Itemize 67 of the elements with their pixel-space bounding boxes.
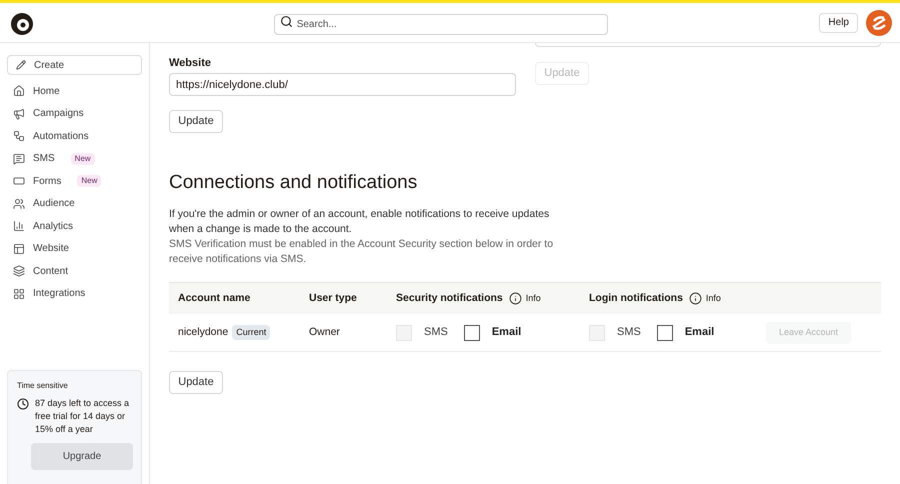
card-heading: Time sensitive <box>17 380 69 392</box>
section-description: If you're the admin or owner of an account, enable notifications to receive updates when a change is made to the account. <box>169 207 550 237</box>
upgrade-button[interactable]: Upgrade <box>31 443 133 470</box>
home-icon <box>13 85 25 98</box>
nav-item[interactable]: Analytics <box>7 215 142 238</box>
nav-label: Content <box>33 264 68 279</box>
nav-item[interactable]: Home <box>7 80 142 102</box>
flow-icon <box>13 130 25 142</box>
column-header: Login notifications <box>589 290 683 306</box>
nav-label: Audience <box>33 197 75 212</box>
section-title: Connections and notifications <box>169 171 418 195</box>
create-button[interactable]: Create <box>7 55 142 75</box>
browser-icon <box>13 242 25 255</box>
column-header: User type <box>309 290 357 306</box>
info-icon[interactable] <box>688 292 702 305</box>
user-type: Owner <box>309 324 341 340</box>
nav-label: Website <box>33 242 69 256</box>
checkbox-label: Email <box>492 325 522 340</box>
nav-item[interactable]: Content <box>7 260 142 282</box>
nav-label: Integrations <box>33 287 86 302</box>
clock-icon <box>17 398 29 410</box>
search-field[interactable]: Search... <box>274 14 608 34</box>
nav-item[interactable]: Forms New <box>7 170 142 192</box>
checkbox-label: SMS <box>424 325 448 340</box>
checkbox[interactable] <box>656 324 673 340</box>
nav-item[interactable]: Audience <box>7 192 142 215</box>
megaphone-icon <box>13 108 25 120</box>
info-link[interactable]: Info <box>706 292 721 306</box>
update-button[interactable]: Update <box>169 371 223 394</box>
trial-message: 87 days left to access a free trial for 14 days or 15% off a year <box>35 397 130 436</box>
help-button[interactable]: Help <box>819 12 858 32</box>
grid-icon <box>13 288 25 300</box>
info-icon[interactable] <box>508 292 522 305</box>
nav-label: Analytics <box>33 220 74 234</box>
nav-item[interactable]: Campaigns <box>7 102 142 125</box>
nav-label: Campaigns <box>33 107 84 122</box>
nav-item[interactable]: SMS New <box>7 148 142 170</box>
sms-note: SMS Verification must be enabled in the Account Security section below in order to receive notifications via SMS. <box>169 237 554 267</box>
nav-label: Forms <box>33 174 62 189</box>
pencil-icon <box>16 60 26 70</box>
website-field[interactable]: https://nicelydone.club/ <box>169 73 516 96</box>
new-badge: New <box>77 175 102 188</box>
checkbox-label: Email <box>684 325 714 340</box>
column-header: Security notifications <box>396 290 503 306</box>
update-button[interactable]: Update <box>169 110 223 133</box>
account-name: nicelydone <box>178 324 228 340</box>
bar-chart-icon <box>13 220 25 232</box>
new-badge: New <box>70 152 95 165</box>
nav-label: Automations <box>33 130 89 144</box>
field-label: Website <box>169 56 212 71</box>
form-icon <box>13 175 25 188</box>
nav-label: SMS <box>33 152 55 166</box>
checkbox-label: SMS <box>617 325 641 340</box>
chat-icon <box>13 152 25 165</box>
nav-item[interactable]: Website <box>7 238 142 260</box>
people-icon <box>13 198 25 210</box>
layers-icon <box>13 265 25 278</box>
nav-label: Home <box>33 84 60 99</box>
current-badge: Current <box>232 324 270 340</box>
nav-item[interactable]: Integrations <box>7 282 142 305</box>
checkbox[interactable] <box>464 324 480 340</box>
avatar-icon[interactable] <box>866 10 892 36</box>
nav-item[interactable]: Automations <box>7 125 142 148</box>
info-link[interactable]: Info <box>526 292 541 306</box>
column-header: Account name <box>178 290 250 306</box>
search-icon <box>280 14 293 28</box>
text-field[interactable] <box>535 43 881 47</box>
